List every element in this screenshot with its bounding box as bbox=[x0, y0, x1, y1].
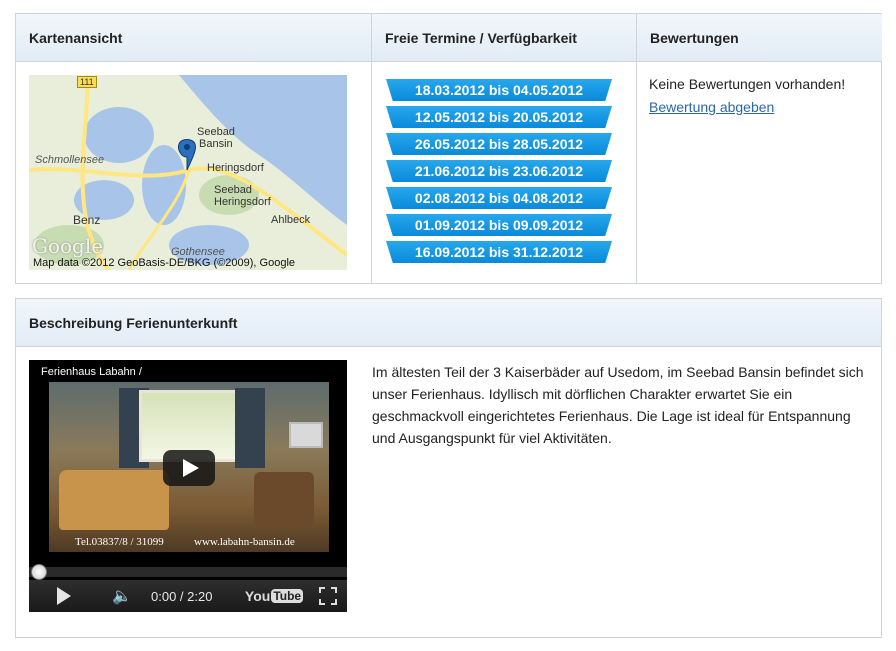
map-label: Heringsdorf bbox=[214, 196, 271, 208]
description-panel: Beschreibung Ferienunterkunft Ferienhaus… bbox=[15, 298, 882, 638]
date-range-item: 18.03.2012 bis 04.05.2012 bbox=[386, 79, 612, 101]
google-logo: Google bbox=[32, 234, 104, 258]
map-view[interactable]: 111 Seebad Bansin Heringsdorf Seebad Her… bbox=[29, 75, 347, 270]
no-ratings-text: Keine Bewertungen vorhanden! bbox=[649, 76, 846, 92]
date-range-item: 26.05.2012 bis 28.05.2012 bbox=[386, 133, 612, 155]
thumbnail-curtain bbox=[235, 388, 265, 468]
column-divider bbox=[371, 14, 372, 283]
big-play-button[interactable] bbox=[163, 450, 215, 486]
description-header-label: Beschreibung Ferienunterkunft bbox=[29, 314, 238, 331]
date-range-item: 01.09.2012 bis 09.09.2012 bbox=[386, 214, 612, 236]
video-caption-url: www.labahn-bansin.de bbox=[194, 536, 295, 548]
volume-icon[interactable]: 🔈 bbox=[107, 580, 137, 612]
ratings-header-label: Bewertungen bbox=[650, 29, 739, 46]
fullscreen-icon[interactable] bbox=[315, 580, 341, 612]
submit-rating-link[interactable]: Bewertung abgeben bbox=[649, 99, 774, 115]
map-header-label: Kartenansicht bbox=[29, 29, 123, 46]
youtube-logo[interactable]: You Tube bbox=[245, 580, 304, 612]
video-caption-phone: Tel.03837/8 / 31099 bbox=[75, 536, 164, 548]
dates-header: Freie Termine / Verfügbarkeit bbox=[372, 14, 636, 62]
thumbnail-tv bbox=[289, 422, 323, 448]
map-label: Ahlbeck bbox=[271, 214, 311, 226]
video-time: 0:00 / 2:20 bbox=[151, 588, 213, 604]
map-header: Kartenansicht bbox=[16, 14, 371, 62]
dates-header-label: Freie Termine / Verfügbarkeit bbox=[385, 29, 577, 46]
available-dates-list: 18.03.2012 bis 04.05.2012 12.05.2012 bis… bbox=[386, 79, 612, 268]
description-header: Beschreibung Ferienunterkunft bbox=[16, 299, 881, 347]
video-controls: 🔈 0:00 / 2:20 You Tube bbox=[29, 580, 347, 612]
play-icon[interactable] bbox=[49, 580, 79, 612]
thumbnail-chair bbox=[254, 472, 314, 527]
video-progress-bar[interactable] bbox=[29, 567, 347, 577]
map-label: Schmollensee bbox=[35, 154, 105, 166]
map-copyright: Map data ©2012 GeoBasis-DE/BKG (©2009), … bbox=[33, 257, 296, 269]
thumbnail-sofa bbox=[59, 470, 169, 530]
ratings-header: Bewertungen bbox=[637, 14, 882, 62]
road-number-badge: 111 bbox=[77, 76, 97, 88]
info-panel: Kartenansicht Freie Termine / Verfügbark… bbox=[15, 13, 882, 284]
video-player[interactable]: Ferienhaus Labahn / Tel.03837/8 / 31099 … bbox=[29, 360, 347, 612]
map-label: Bansin bbox=[199, 138, 233, 150]
date-range-item: 21.06.2012 bis 23.06.2012 bbox=[386, 160, 612, 182]
progress-knob[interactable] bbox=[31, 564, 47, 580]
youtube-logo-you: You bbox=[244, 588, 271, 604]
date-range-item: 02.08.2012 bis 04.08.2012 bbox=[386, 187, 612, 209]
youtube-logo-tube: Tube bbox=[271, 589, 304, 603]
video-title: Ferienhaus Labahn / bbox=[41, 366, 142, 378]
date-range-item: 12.05.2012 bis 20.05.2012 bbox=[386, 106, 612, 128]
date-range-item: 16.09.2012 bis 31.12.2012 bbox=[386, 241, 612, 263]
description-text: Im ältesten Teil der 3 Kaiserbäder auf U… bbox=[372, 364, 864, 446]
map-label: Seebad bbox=[214, 184, 252, 196]
map-label: Seebad bbox=[197, 126, 235, 138]
column-divider bbox=[636, 14, 637, 283]
map-label: Benz bbox=[73, 213, 101, 227]
map-label: Heringsdorf bbox=[207, 162, 264, 174]
